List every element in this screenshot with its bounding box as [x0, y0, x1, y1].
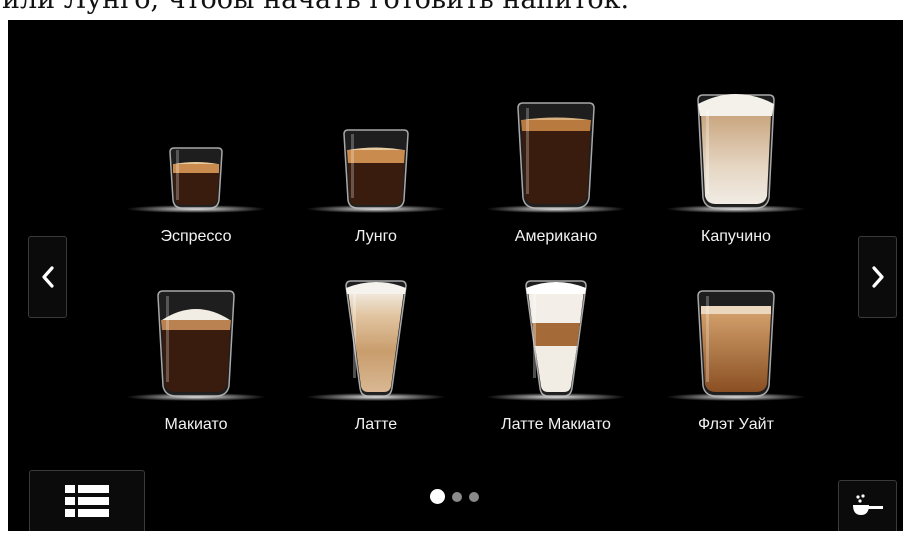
beverage-cappuccino[interactable]: Капучино — [646, 90, 826, 278]
beverage-label: Американо — [514, 228, 598, 245]
beverage-latte-macchiato[interactable]: Латте Макиато — [466, 278, 646, 466]
chevron-left-icon — [41, 266, 54, 288]
beverage-label: Латте — [354, 416, 398, 433]
next-page-button[interactable] — [858, 236, 897, 318]
page-dot-active[interactable] — [430, 489, 445, 504]
beverage-macchiato[interactable]: Макиато — [106, 278, 286, 466]
espresso-glass-icon — [106, 90, 286, 220]
beverage-americano[interactable]: Американо — [466, 90, 646, 278]
beverage-latte[interactable]: Латте — [286, 278, 466, 466]
chevron-right-icon — [871, 266, 884, 288]
beverage-grid: Эспрессо Лунго Американо Капучино Макиат… — [106, 90, 816, 460]
beverage-label: Флэт Уайт — [698, 416, 774, 433]
caption-text-strip: или Лунго, чтобы начать готовить напиток… — [0, 0, 907, 20]
page-dot[interactable] — [452, 491, 462, 502]
latte-glass-icon — [286, 278, 466, 408]
latte-macchiato-glass-icon — [466, 278, 646, 408]
beverage-label: Макиато — [164, 416, 228, 433]
macchiato-glass-icon — [106, 278, 286, 408]
ground-coffee-button[interactable] — [838, 480, 897, 531]
page-indicator — [430, 489, 479, 504]
coffee-scoop-icon — [852, 494, 883, 515]
coffee-machine-screen: Эспрессо Лунго Американо Капучино Макиат… — [8, 20, 903, 531]
americano-glass-icon — [466, 90, 646, 220]
previous-page-button[interactable] — [28, 236, 67, 318]
list-icon — [65, 485, 109, 517]
beverage-label: Капучино — [701, 228, 771, 245]
page-dot[interactable] — [469, 491, 479, 502]
beverage-flat-white[interactable]: Флэт Уайт — [646, 278, 826, 466]
menu-button[interactable] — [29, 470, 145, 531]
beverage-espresso[interactable]: Эспрессо — [106, 90, 286, 278]
beverage-lungo[interactable]: Лунго — [286, 90, 466, 278]
caption-text: или Лунго, чтобы начать готовить напиток… — [2, 0, 629, 13]
beverage-label: Лунго — [355, 228, 397, 245]
flat-white-glass-icon — [646, 278, 826, 408]
beverage-label: Эспрессо — [160, 228, 232, 245]
lungo-glass-icon — [286, 90, 466, 220]
beverage-label: Латте Макиато — [501, 416, 611, 433]
cappuccino-glass-icon — [646, 90, 826, 220]
